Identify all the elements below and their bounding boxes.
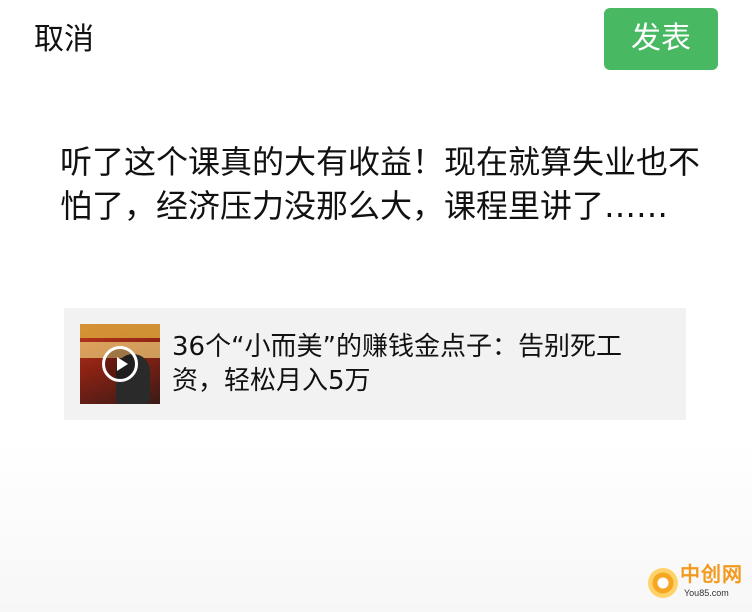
watermark-logo-icon (648, 568, 678, 598)
compose-moment-screen: 取消 发表 听了这个课真的大有收益！现在就算失业也不怕了，经济压力没那么大，课程… (0, 0, 752, 612)
publish-button[interactable]: 发表 (604, 8, 718, 70)
post-text-input[interactable]: 听了这个课真的大有收益！现在就算失业也不怕了，经济压力没那么大，课程里讲了…… (60, 140, 700, 228)
thumbnail-banner (80, 324, 160, 338)
shared-link-card[interactable]: 36个“小而美”的赚钱金点子：告别死工资，轻松月入5万 (64, 308, 686, 420)
video-play-icon (102, 346, 138, 382)
shared-link-title: 36个“小而美”的赚钱金点子：告别死工资，轻松月入5万 (172, 332, 623, 396)
watermark: 中创网 You85.com (648, 562, 744, 604)
watermark-brand: 中创网 (680, 562, 743, 586)
cancel-button[interactable]: 取消 (34, 20, 94, 60)
watermark-domain: You85.com (684, 588, 729, 598)
video-thumbnail (80, 324, 160, 404)
